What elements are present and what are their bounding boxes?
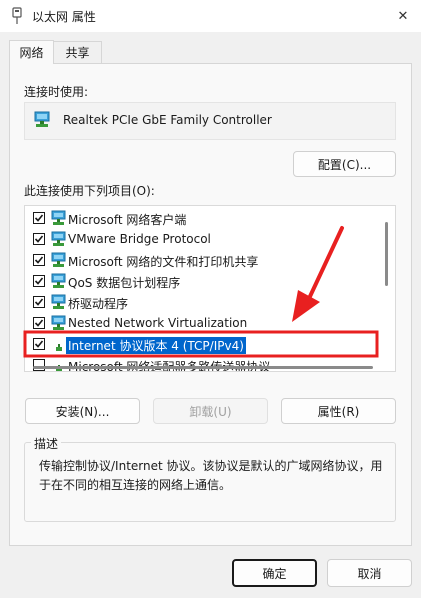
item-label: VMware Bridge Protocol xyxy=(68,232,211,246)
cancel-button[interactable]: 取消 xyxy=(327,559,412,587)
items-list[interactable]: Microsoft 网络客户端 VMware Bridge Protocol M… xyxy=(24,205,396,372)
install-button[interactable]: 安装(N)... xyxy=(25,398,140,424)
item-label: Microsoft 网络适配器多路传送器协议 xyxy=(68,358,270,371)
configure-button[interactable]: 配置(C)... xyxy=(293,151,396,177)
checkmark-icon xyxy=(34,298,44,306)
network-protocol-icon xyxy=(51,231,66,246)
tab-network[interactable]: 网络 xyxy=(9,40,54,64)
item-label: Nested Network Virtualization xyxy=(68,316,248,330)
item-checkbox[interactable] xyxy=(33,296,45,308)
list-item[interactable]: Microsoft 网络的文件和打印机共享 xyxy=(25,250,380,271)
list-item[interactable]: Microsoft 网络适配器多路传送器协议 xyxy=(25,355,380,371)
item-checkbox[interactable] xyxy=(33,359,45,371)
checkmark-icon xyxy=(34,235,44,243)
network-service-icon xyxy=(51,252,66,267)
ok-button[interactable]: 确定 xyxy=(232,559,317,587)
checkmark-icon xyxy=(34,277,44,285)
list-item[interactable]: VMware Bridge Protocol xyxy=(25,229,380,250)
network-adapter-icon xyxy=(12,7,22,24)
item-label: Internet 协议版本 4 (TCP/IPv4) xyxy=(66,337,246,354)
network-adapter-icon xyxy=(34,111,50,127)
description-text: 传输控制协议/Internet 协议。该协议是默认的广域网络协议，用于在不同的相… xyxy=(39,459,383,492)
item-checkbox[interactable] xyxy=(33,212,45,224)
checkmark-icon xyxy=(34,319,44,327)
item-label: 桥驱动程序 xyxy=(68,297,129,311)
adapter-box: Realtek PCIe GbE Family Controller xyxy=(24,102,396,140)
checkmark-icon xyxy=(34,214,44,222)
description-title: 描述 xyxy=(31,435,62,452)
connect-using-label: 连接时使用: xyxy=(24,85,89,99)
vertical-scrollbar[interactable] xyxy=(385,222,388,286)
checkmark-icon xyxy=(34,340,44,348)
uninstall-button[interactable]: 卸载(U) xyxy=(153,398,268,424)
network-protocol-icon xyxy=(56,365,62,371)
item-checkbox[interactable] xyxy=(33,254,45,266)
network-client-icon xyxy=(51,210,66,225)
item-checkbox[interactable] xyxy=(33,338,45,350)
item-checkbox[interactable] xyxy=(33,275,45,287)
network-protocol-icon xyxy=(56,344,62,351)
item-label: Microsoft 网络的文件和打印机共享 xyxy=(68,255,259,269)
properties-button[interactable]: 属性(R) xyxy=(281,398,396,424)
list-item[interactable]: 桥驱动程序 xyxy=(25,292,380,313)
horizontal-scrollbar[interactable] xyxy=(33,366,373,369)
item-checkbox[interactable] xyxy=(33,317,45,329)
item-checkbox[interactable] xyxy=(33,233,45,245)
items-label: 此连接使用下列项目(O): xyxy=(24,184,155,198)
network-protocol-icon xyxy=(51,294,66,309)
window-title: 以太网 属性 xyxy=(32,10,96,24)
checkmark-icon xyxy=(34,256,44,264)
list-item[interactable]: QoS 数据包计划程序 xyxy=(25,271,380,292)
network-protocol-icon xyxy=(51,315,66,330)
title-bar: 以太网 属性 ✕ xyxy=(0,0,421,32)
close-button[interactable]: ✕ xyxy=(390,4,416,28)
tab-sharing[interactable]: 共享 xyxy=(54,41,102,63)
item-label: Microsoft 网络客户端 xyxy=(68,213,187,227)
list-item-selected[interactable]: Internet 协议版本 4 (TCP/IPv4) xyxy=(25,334,380,355)
list-item[interactable]: Microsoft 网络客户端 xyxy=(25,208,380,229)
list-item[interactable]: Nested Network Virtualization xyxy=(25,313,380,334)
item-label: QoS 数据包计划程序 xyxy=(68,276,181,290)
description-group: 描述 传输控制协议/Internet 协议。该协议是默认的广域网络协议，用于在不… xyxy=(24,435,396,522)
adapter-name: Realtek PCIe GbE Family Controller xyxy=(63,113,272,127)
network-service-icon xyxy=(51,273,66,288)
close-icon: ✕ xyxy=(397,8,409,24)
